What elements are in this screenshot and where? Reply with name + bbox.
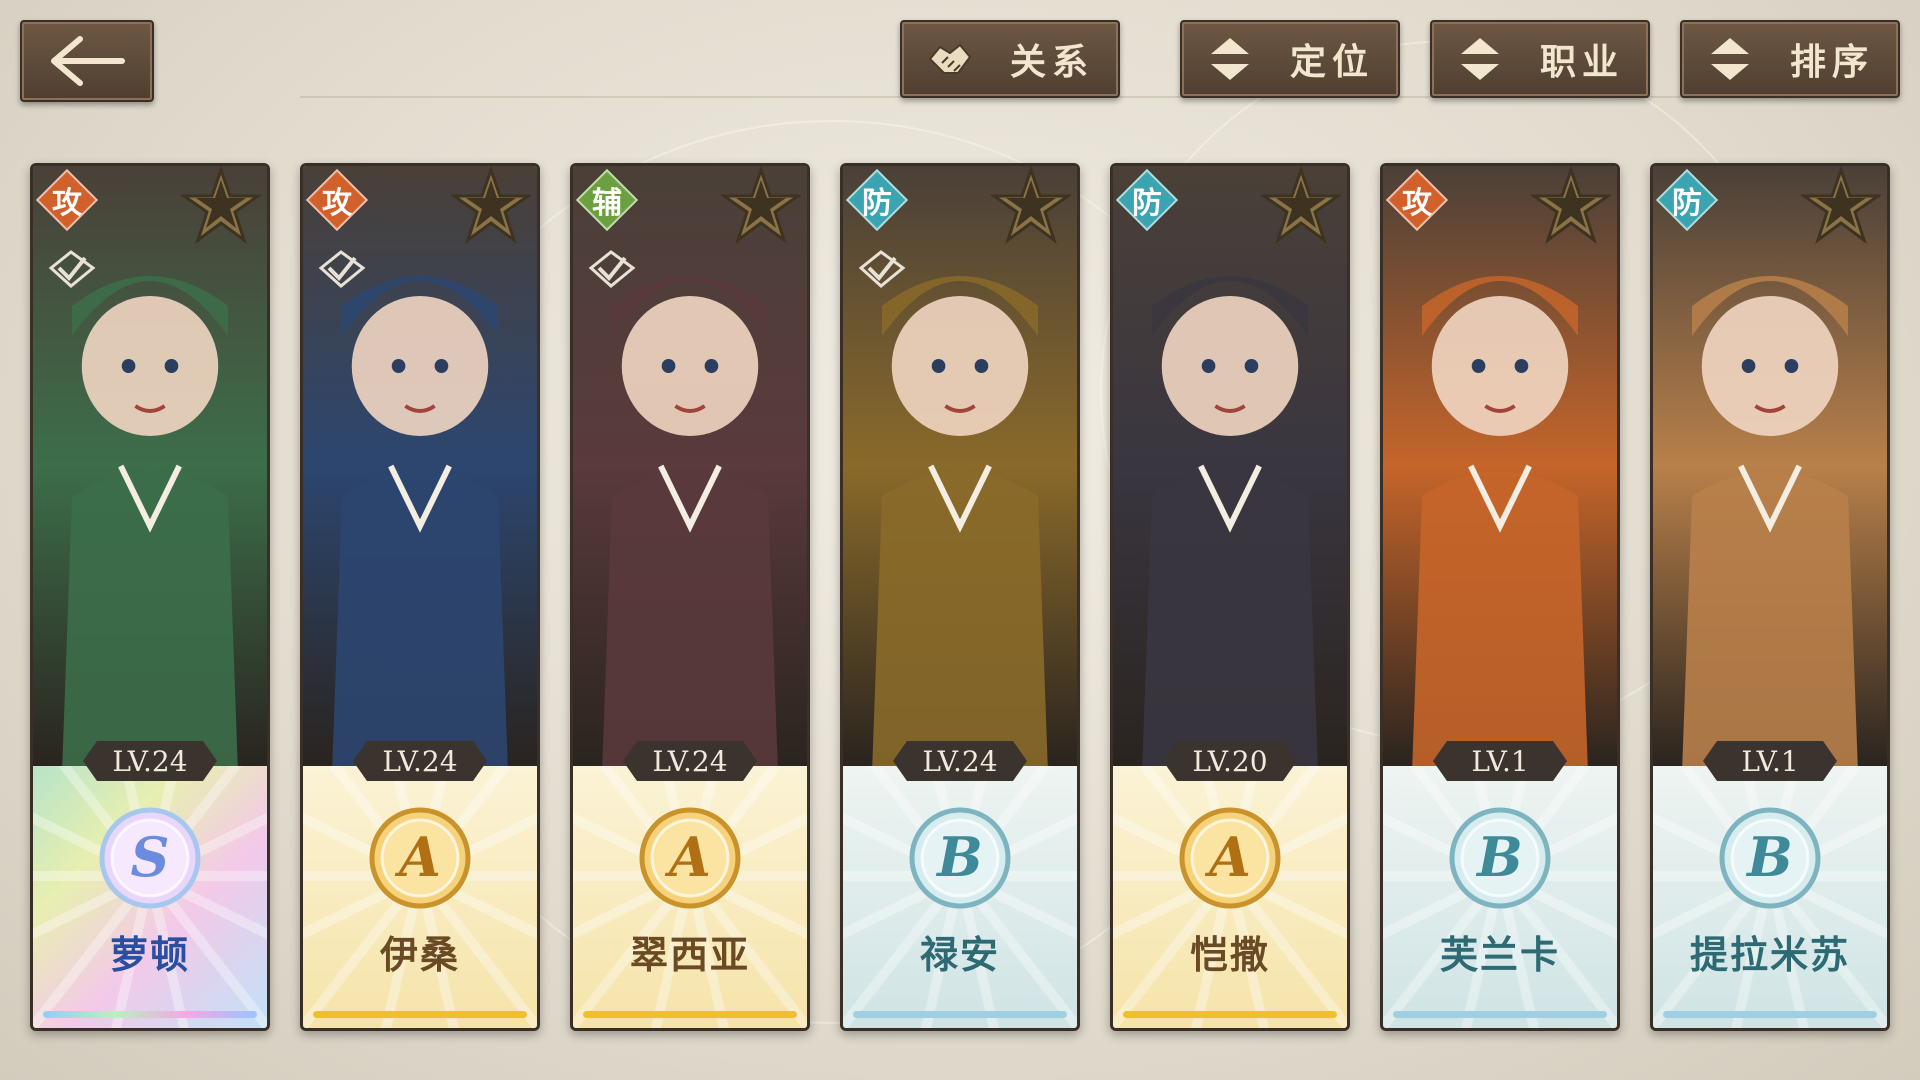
level-badge: LV.24 xyxy=(83,741,217,781)
level-badge: LV.24 xyxy=(623,741,757,781)
grade-B-icon: B xyxy=(1449,807,1551,909)
character-name: 伊桑 xyxy=(379,932,460,977)
check-icon xyxy=(858,250,906,288)
class-filter-button[interactable]: 职业 xyxy=(1430,20,1650,98)
grade-B-icon: B xyxy=(1719,807,1821,909)
grade-color-bar xyxy=(853,1011,1067,1018)
role-label: 攻 xyxy=(322,186,352,221)
role-label: 防 xyxy=(1672,186,1702,221)
character-name: 提拉米苏 xyxy=(1689,932,1850,977)
svg-text:B: B xyxy=(1745,825,1793,889)
star-icon xyxy=(991,166,1071,244)
grade-A-icon: A xyxy=(369,807,471,909)
svg-text:S: S xyxy=(131,825,170,889)
character-name: 恺撒 xyxy=(1189,932,1270,977)
level-text: LV.24 xyxy=(382,744,458,778)
character-name: 芙兰卡 xyxy=(1439,932,1560,977)
level-badge: LV.20 xyxy=(1163,741,1297,781)
star-icon xyxy=(181,166,261,244)
level-badge: LV.1 xyxy=(1433,741,1567,781)
svg-text:A: A xyxy=(394,825,441,889)
back-button[interactable] xyxy=(20,20,154,102)
sort-arrows-icon xyxy=(1450,29,1510,89)
grade-B-icon: B xyxy=(909,807,1011,909)
grade-color-bar xyxy=(1123,1011,1337,1018)
level-text: LV.1 xyxy=(1471,744,1529,778)
character-card[interactable]: 攻 LV.1 B 芙兰卡 xyxy=(1380,163,1620,1031)
handshake-icon xyxy=(920,29,980,89)
grade-color-bar xyxy=(583,1011,797,1018)
role-label: 防 xyxy=(862,186,892,221)
role-label: 攻 xyxy=(52,186,82,221)
level-text: LV.24 xyxy=(652,744,728,778)
back-arrow-icon xyxy=(51,36,125,86)
character-card[interactable]: 辅 LV.24 A 翠西亚 xyxy=(570,163,810,1031)
star-icon xyxy=(1261,166,1341,244)
check-icon xyxy=(48,250,96,288)
grade-S-icon: S xyxy=(99,807,201,909)
svg-text:B: B xyxy=(1475,825,1523,889)
character-name: 翠西亚 xyxy=(629,932,750,977)
character-card[interactable]: 攻 LV.24 S 萝顿 xyxy=(30,163,270,1031)
level-badge: LV.1 xyxy=(1703,741,1837,781)
character-portrait xyxy=(1383,166,1617,766)
role-label: 防 xyxy=(1132,186,1162,221)
position-label: 定位 xyxy=(1289,41,1374,83)
grade-color-bar xyxy=(43,1011,257,1018)
level-text: LV.24 xyxy=(922,744,998,778)
level-text: LV.20 xyxy=(1192,744,1268,778)
position-filter-button[interactable]: 定位 xyxy=(1180,20,1400,98)
grade-A-icon: A xyxy=(1179,807,1281,909)
grade-color-bar xyxy=(1663,1011,1877,1018)
grade-A-icon: A xyxy=(639,807,741,909)
grade-color-bar xyxy=(313,1011,527,1018)
grade-color-bar xyxy=(1393,1011,1607,1018)
sort-button[interactable]: 排序 xyxy=(1680,20,1900,98)
relation-label: 关系 xyxy=(1009,41,1094,83)
star-icon xyxy=(1801,166,1881,244)
character-card[interactable]: 防 LV.24 B 禄安 xyxy=(840,163,1080,1031)
role-label: 辅 xyxy=(592,186,622,221)
svg-text:B: B xyxy=(935,825,983,889)
character-name: 禄安 xyxy=(919,932,1000,977)
star-icon xyxy=(451,166,531,244)
sort-arrows-icon xyxy=(1200,29,1260,89)
svg-text:A: A xyxy=(1204,825,1251,889)
check-icon xyxy=(588,250,636,288)
character-portrait xyxy=(1653,166,1887,766)
star-icon xyxy=(1531,166,1611,244)
relation-button[interactable]: 关系 xyxy=(900,20,1120,98)
sort-label: 排序 xyxy=(1789,41,1874,83)
level-text: LV.1 xyxy=(1741,744,1799,778)
star-icon xyxy=(721,166,801,244)
role-label: 攻 xyxy=(1402,186,1432,221)
check-icon xyxy=(318,250,366,288)
level-badge: LV.24 xyxy=(353,741,487,781)
character-name: 萝顿 xyxy=(109,932,190,977)
level-text: LV.24 xyxy=(112,744,188,778)
character-card[interactable]: 防 LV.1 B 提拉米苏 xyxy=(1650,163,1890,1031)
character-card[interactable]: 攻 LV.24 A 伊桑 xyxy=(300,163,540,1031)
character-card[interactable]: 防 LV.20 A 恺撒 xyxy=(1110,163,1350,1031)
svg-text:A: A xyxy=(664,825,711,889)
sort-arrows-icon xyxy=(1700,29,1760,89)
class-label: 职业 xyxy=(1539,41,1624,83)
level-badge: LV.24 xyxy=(893,741,1027,781)
character-portrait xyxy=(1113,166,1347,766)
